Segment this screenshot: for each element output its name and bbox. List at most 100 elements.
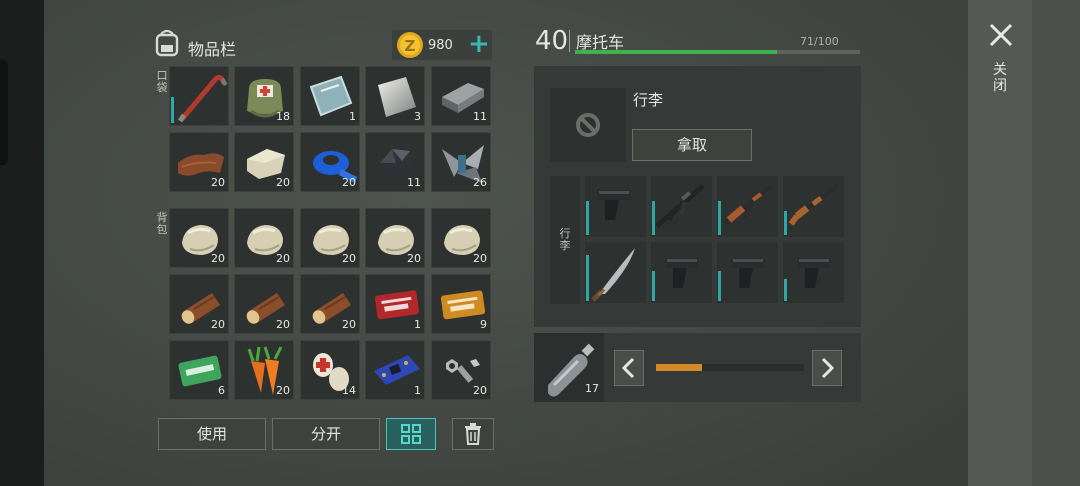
upgrade-dots: [684, 295, 708, 299]
inventory-slot[interactable]: 1: [300, 66, 360, 126]
pistol-icon: [797, 258, 831, 288]
luggage-slot[interactable]: [717, 176, 778, 237]
inventory-slot[interactable]: 20: [431, 208, 491, 268]
split-button[interactable]: 分开: [272, 418, 380, 450]
slot-count: 20: [342, 252, 356, 265]
slot-count: 20: [407, 252, 421, 265]
close-icon: [989, 23, 1013, 47]
upgrade-dots: [618, 229, 642, 233]
svg-text:Z: Z: [405, 37, 416, 55]
increase-button[interactable]: [812, 350, 842, 386]
pistol-icon: [731, 258, 765, 288]
luggage-slot[interactable]: [783, 176, 844, 237]
add-coins-button[interactable]: +: [468, 31, 490, 58]
luggage-slot[interactable]: [585, 176, 646, 237]
slot-count: 20: [342, 318, 356, 331]
camera-notch: [0, 60, 8, 165]
upgrade-dots: [750, 295, 774, 299]
inventory-slot[interactable]: 20: [365, 208, 425, 268]
slot-count: 20: [276, 318, 290, 331]
inventory-slot[interactable]: 20: [169, 208, 229, 268]
inventory-slot[interactable]: 18: [234, 66, 294, 126]
inventory-slot[interactable]: 11: [365, 132, 425, 192]
inventory-slot[interactable]: 1: [365, 274, 425, 334]
slot-count: 11: [407, 176, 421, 189]
crowbar-icon: [177, 74, 228, 123]
luggage-side-label: 行李: [559, 227, 571, 252]
pistol-icon: [665, 258, 699, 288]
luggage-slot[interactable]: [651, 176, 712, 237]
decrease-button[interactable]: [614, 350, 644, 386]
inventory-slot[interactable]: 20: [300, 274, 360, 334]
inventory-slot[interactable]: 6: [169, 340, 229, 400]
slot-count: 9: [480, 318, 487, 331]
inventory-slot[interactable]: 3: [365, 66, 425, 126]
slot-count: 14: [342, 384, 356, 397]
use-button[interactable]: 使用: [158, 418, 266, 450]
luggage-title: 行李: [633, 91, 664, 109]
slot-count: 20: [276, 176, 290, 189]
assault-rifle-icon: [655, 184, 705, 228]
shotgun-icon: [788, 184, 839, 226]
inventory-slot[interactable]: 20: [300, 208, 360, 268]
slot-count: 1: [349, 110, 356, 123]
fuel-slider[interactable]: [656, 364, 804, 371]
inventory-slot[interactable]: 20: [234, 208, 294, 268]
inventory-slot[interactable]: 11: [431, 66, 491, 126]
slot-count: 1: [414, 318, 421, 331]
slot-count: 20: [473, 384, 487, 397]
inventory-slot[interactable]: 20: [169, 132, 229, 192]
inventory-slot[interactable]: 20: [431, 340, 491, 400]
backpack-label: 背包: [156, 211, 168, 236]
luggage-side-tab: 行李: [550, 176, 580, 304]
inventory-header: 物品栏 Z 980 +: [152, 28, 492, 62]
upgrade-dots: [756, 229, 774, 233]
inventory-slot[interactable]: 20: [234, 274, 294, 334]
slot-count: 18: [276, 110, 290, 123]
sort-grid-button[interactable]: [386, 418, 436, 450]
backpack-icon: [155, 29, 179, 57]
inventory-slot[interactable]: 20: [169, 274, 229, 334]
inventory-slot[interactable]: 20: [300, 132, 360, 192]
fuel-count: 17: [585, 382, 599, 395]
pistol-icon: [597, 190, 631, 220]
inventory-slot[interactable]: 9: [431, 274, 491, 334]
pocket-label: 口袋: [156, 69, 168, 94]
fuel-slider-fill: [656, 364, 702, 371]
slot-count: 20: [211, 318, 225, 331]
grid-icon: [401, 424, 421, 444]
close-button[interactable]: [988, 22, 1014, 48]
divider: [569, 30, 570, 52]
luggage-slot[interactable]: [585, 242, 646, 303]
ak-rifle-icon: [723, 184, 773, 226]
inventory-slot[interactable]: 1: [365, 340, 425, 400]
luggage-slot[interactable]: [783, 242, 844, 303]
coin-icon: Z: [397, 32, 423, 58]
arrow-left-icon: [621, 357, 635, 379]
no-item-icon: [576, 113, 600, 137]
arrow-right-icon: [821, 357, 835, 379]
slot-count: 1: [414, 384, 421, 397]
vehicle-durability-bar: [575, 50, 860, 54]
inventory-slot[interactable]: 26: [431, 132, 491, 192]
luggage-slot[interactable]: [651, 242, 712, 303]
slot-count: 20: [211, 176, 225, 189]
screen-edge: [0, 0, 44, 486]
take-button[interactable]: 拿取: [632, 129, 752, 161]
durability-fill: [575, 50, 778, 54]
luggage-slot[interactable]: [717, 242, 778, 303]
slot-count: 20: [276, 252, 290, 265]
slot-count: 20: [276, 384, 290, 397]
upgrade-dots: [816, 295, 840, 299]
vehicle-level: 40: [535, 26, 569, 56]
coin-balance: Z 980 +: [392, 30, 492, 60]
vehicle-durability-text: 71/100: [800, 35, 839, 48]
inventory-slot[interactable]: 14: [300, 340, 360, 400]
inventory-title: 物品栏: [188, 40, 237, 59]
inventory-slot[interactable]: 20: [234, 132, 294, 192]
empty-slot[interactable]: [550, 88, 626, 162]
inventory-slot[interactable]: [169, 66, 229, 126]
close-label[interactable]: 关闭: [992, 62, 1008, 94]
trash-button[interactable]: [452, 418, 494, 450]
inventory-slot[interactable]: 20: [234, 340, 294, 400]
